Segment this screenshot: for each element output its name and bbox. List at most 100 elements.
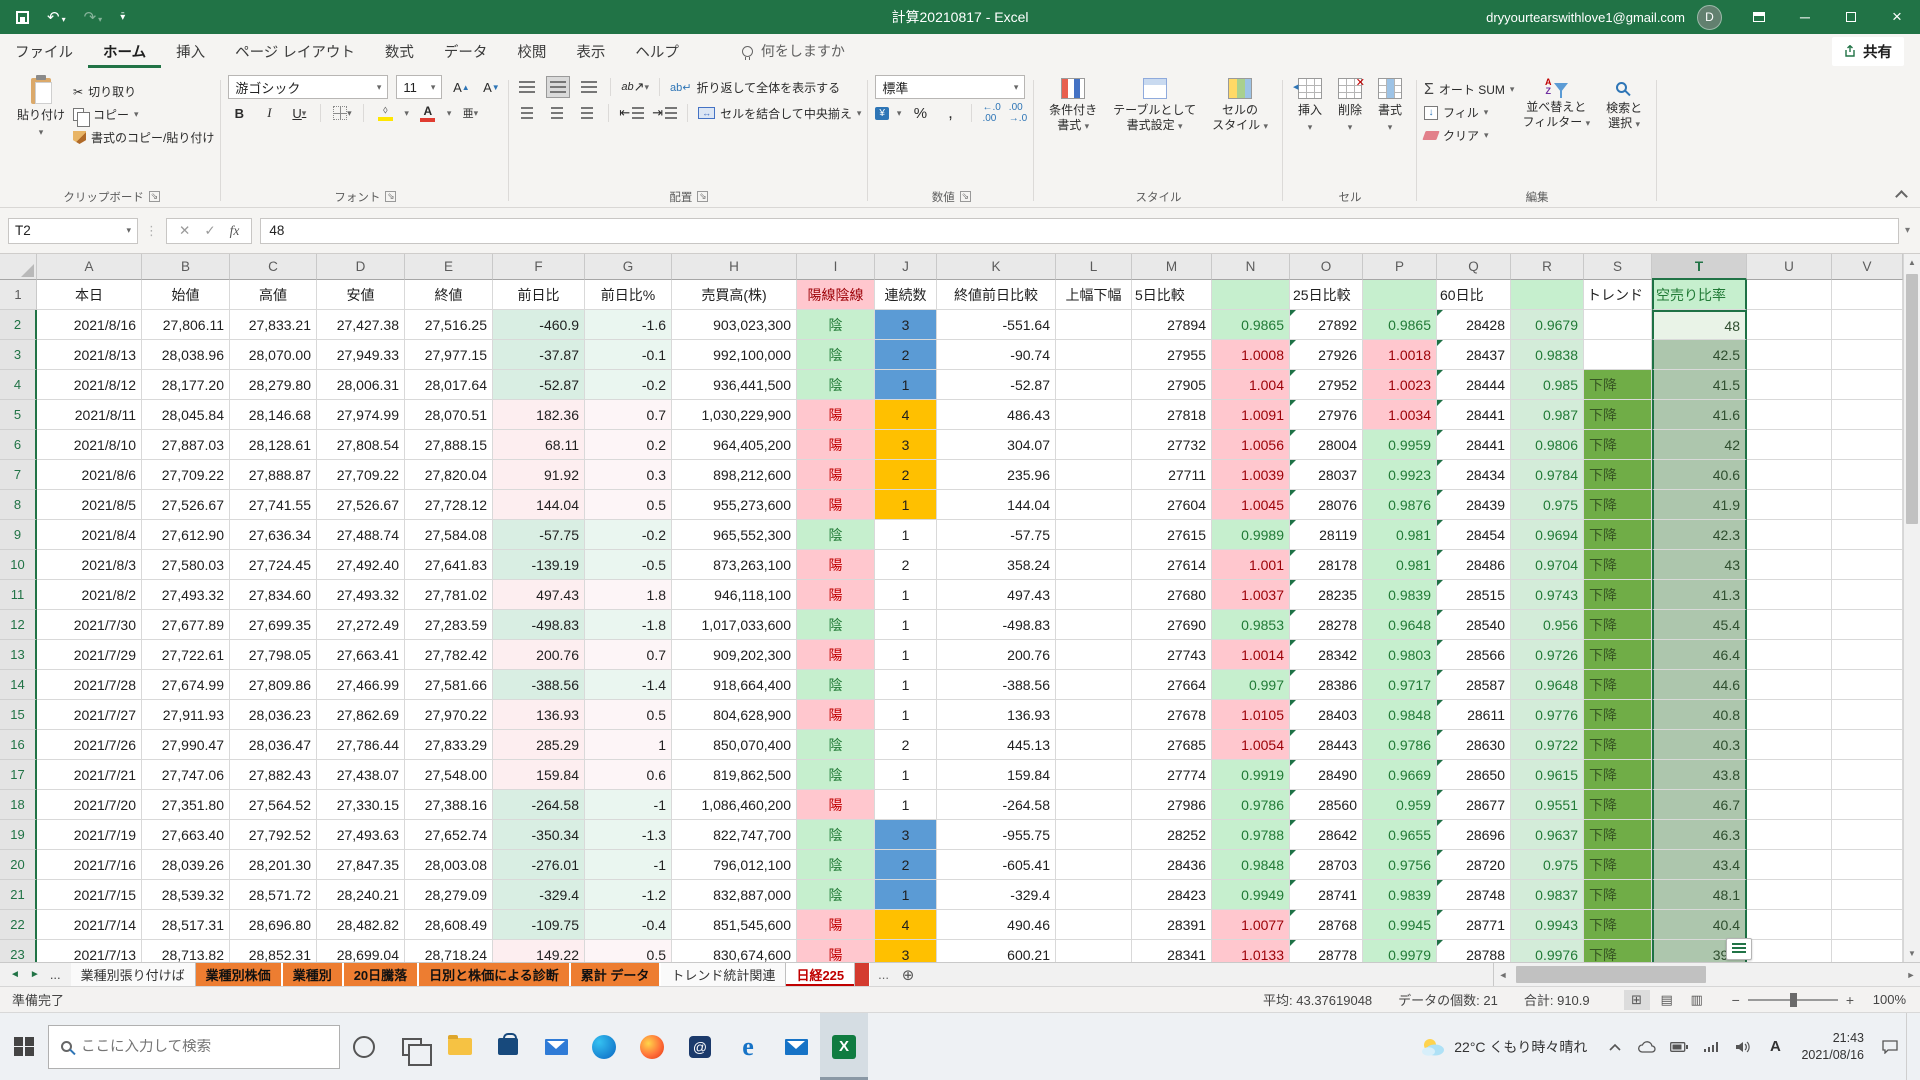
- cell[interactable]: 下降: [1584, 460, 1652, 490]
- cell[interactable]: 27,722.61: [142, 640, 230, 670]
- clear-button[interactable]: クリア ▾: [1424, 124, 1514, 147]
- cell[interactable]: 2021/7/28: [37, 670, 142, 700]
- cell[interactable]: 40.6: [1652, 460, 1747, 490]
- horizontal-scrollbar[interactable]: ◄ ►: [1493, 963, 1920, 986]
- cell[interactable]: [1056, 580, 1132, 610]
- cell[interactable]: 2021/8/2: [37, 580, 142, 610]
- column-header-E[interactable]: E: [405, 254, 493, 280]
- cell[interactable]: [1056, 730, 1132, 760]
- cell[interactable]: 陽: [797, 580, 875, 610]
- header-cell[interactable]: 空売り比率: [1652, 280, 1747, 310]
- add-sheet-button[interactable]: ⊕: [897, 963, 919, 986]
- cell[interactable]: [1832, 760, 1903, 790]
- cell[interactable]: 28428: [1437, 310, 1511, 340]
- font-size-select[interactable]: 11▾: [396, 75, 442, 99]
- cell[interactable]: 28560: [1290, 790, 1363, 820]
- cell[interactable]: 46.3: [1652, 820, 1747, 850]
- cell[interactable]: 27,699.35: [230, 610, 317, 640]
- cell[interactable]: 27,741.55: [230, 490, 317, 520]
- cell[interactable]: 28,201.30: [230, 850, 317, 880]
- dialog-launcher-icon[interactable]: ⇘: [960, 191, 971, 202]
- cell[interactable]: [1832, 340, 1903, 370]
- cell[interactable]: 下降: [1584, 490, 1652, 520]
- wrap-text-button[interactable]: ab↵折り返して全体を表示する: [670, 76, 840, 99]
- cell[interactable]: 27,709.22: [142, 460, 230, 490]
- cell[interactable]: 28441: [1437, 430, 1511, 460]
- cell[interactable]: [1747, 520, 1832, 550]
- cell[interactable]: 28486: [1437, 550, 1511, 580]
- column-header-A[interactable]: A: [37, 254, 142, 280]
- row-header-14[interactable]: 14: [0, 670, 37, 700]
- cell[interactable]: 136.93: [493, 700, 585, 730]
- cell[interactable]: 2: [875, 550, 937, 580]
- cell[interactable]: [1056, 820, 1132, 850]
- edge-button[interactable]: [580, 1013, 628, 1080]
- cell[interactable]: 陰: [797, 610, 875, 640]
- sheet-tab-red-stub[interactable]: [855, 963, 870, 986]
- cell[interactable]: 1,030,229,900: [672, 400, 797, 430]
- file-explorer-button[interactable]: [436, 1013, 484, 1080]
- cell[interactable]: 43: [1652, 550, 1747, 580]
- cell[interactable]: -1.8: [585, 610, 672, 640]
- cell[interactable]: 600.21: [937, 940, 1056, 962]
- cell[interactable]: 27615: [1132, 520, 1212, 550]
- decrease-decimal-icon[interactable]: .00→.0: [1009, 102, 1027, 124]
- tab-データ[interactable]: データ: [429, 34, 503, 68]
- cell[interactable]: -90.74: [937, 340, 1056, 370]
- cell[interactable]: 0.9786: [1212, 790, 1290, 820]
- sheet-tab-日経225[interactable]: 日経225: [786, 963, 855, 986]
- cell[interactable]: [1747, 310, 1832, 340]
- cell[interactable]: 陰: [797, 820, 875, 850]
- cell[interactable]: 1.8: [585, 580, 672, 610]
- formula-bar-splitter[interactable]: ⋮: [145, 223, 159, 239]
- cell[interactable]: 850,070,400: [672, 730, 797, 760]
- header-cell[interactable]: [1363, 280, 1437, 310]
- cell[interactable]: 965,552,300: [672, 520, 797, 550]
- cell[interactable]: 28037: [1290, 460, 1363, 490]
- cell[interactable]: 0.9756: [1363, 850, 1437, 880]
- cell[interactable]: [1584, 310, 1652, 340]
- cell[interactable]: 27774: [1132, 760, 1212, 790]
- cell[interactable]: -276.01: [493, 850, 585, 880]
- cell[interactable]: 28,070.51: [405, 400, 493, 430]
- row-header-15[interactable]: 15: [0, 700, 37, 730]
- cell[interactable]: 0.981: [1363, 520, 1437, 550]
- cell[interactable]: [1056, 400, 1132, 430]
- cell[interactable]: 27894: [1132, 310, 1212, 340]
- cell[interactable]: 27,636.34: [230, 520, 317, 550]
- cell[interactable]: 2021/7/30: [37, 610, 142, 640]
- cell[interactable]: 27976: [1290, 400, 1363, 430]
- tab-校閲[interactable]: 校閲: [502, 34, 561, 68]
- redo-icon[interactable]: ↷▾: [84, 8, 103, 26]
- cell[interactable]: 28437: [1437, 340, 1511, 370]
- cell[interactable]: 0.9848: [1212, 850, 1290, 880]
- cell[interactable]: 28,279.09: [405, 880, 493, 910]
- cell[interactable]: 46.4: [1652, 640, 1747, 670]
- cancel-icon[interactable]: ✕: [179, 223, 190, 239]
- cell[interactable]: 陽: [797, 910, 875, 940]
- cell[interactable]: 陰: [797, 340, 875, 370]
- cell[interactable]: 1: [875, 490, 937, 520]
- cell[interactable]: [1832, 670, 1903, 700]
- cell[interactable]: 27,887.03: [142, 430, 230, 460]
- cell[interactable]: 144.04: [493, 490, 585, 520]
- cell[interactable]: 陽: [797, 400, 875, 430]
- cell[interactable]: 0.9803: [1363, 640, 1437, 670]
- cell[interactable]: 796,012,100: [672, 850, 797, 880]
- header-cell[interactable]: 高値: [230, 280, 317, 310]
- cell[interactable]: 27986: [1132, 790, 1212, 820]
- cell[interactable]: 28,482.82: [317, 910, 405, 940]
- cell[interactable]: 27,663.40: [142, 820, 230, 850]
- cell[interactable]: 41.5: [1652, 370, 1747, 400]
- conditional-formatting-button[interactable]: 条件付き書式 ▾: [1041, 74, 1105, 137]
- cell[interactable]: [1056, 340, 1132, 370]
- cell[interactable]: 28443: [1290, 730, 1363, 760]
- account-email[interactable]: dryyourtearswithlove1@gmail.com: [1486, 10, 1685, 25]
- cell[interactable]: 27,492.40: [317, 550, 405, 580]
- cell[interactable]: 1: [875, 760, 937, 790]
- column-header-P[interactable]: P: [1363, 254, 1437, 280]
- scroll-up-icon[interactable]: ▲: [1904, 254, 1920, 271]
- cell[interactable]: 909,202,300: [672, 640, 797, 670]
- cell[interactable]: 0.9919: [1212, 760, 1290, 790]
- percent-style-icon[interactable]: %: [909, 102, 931, 124]
